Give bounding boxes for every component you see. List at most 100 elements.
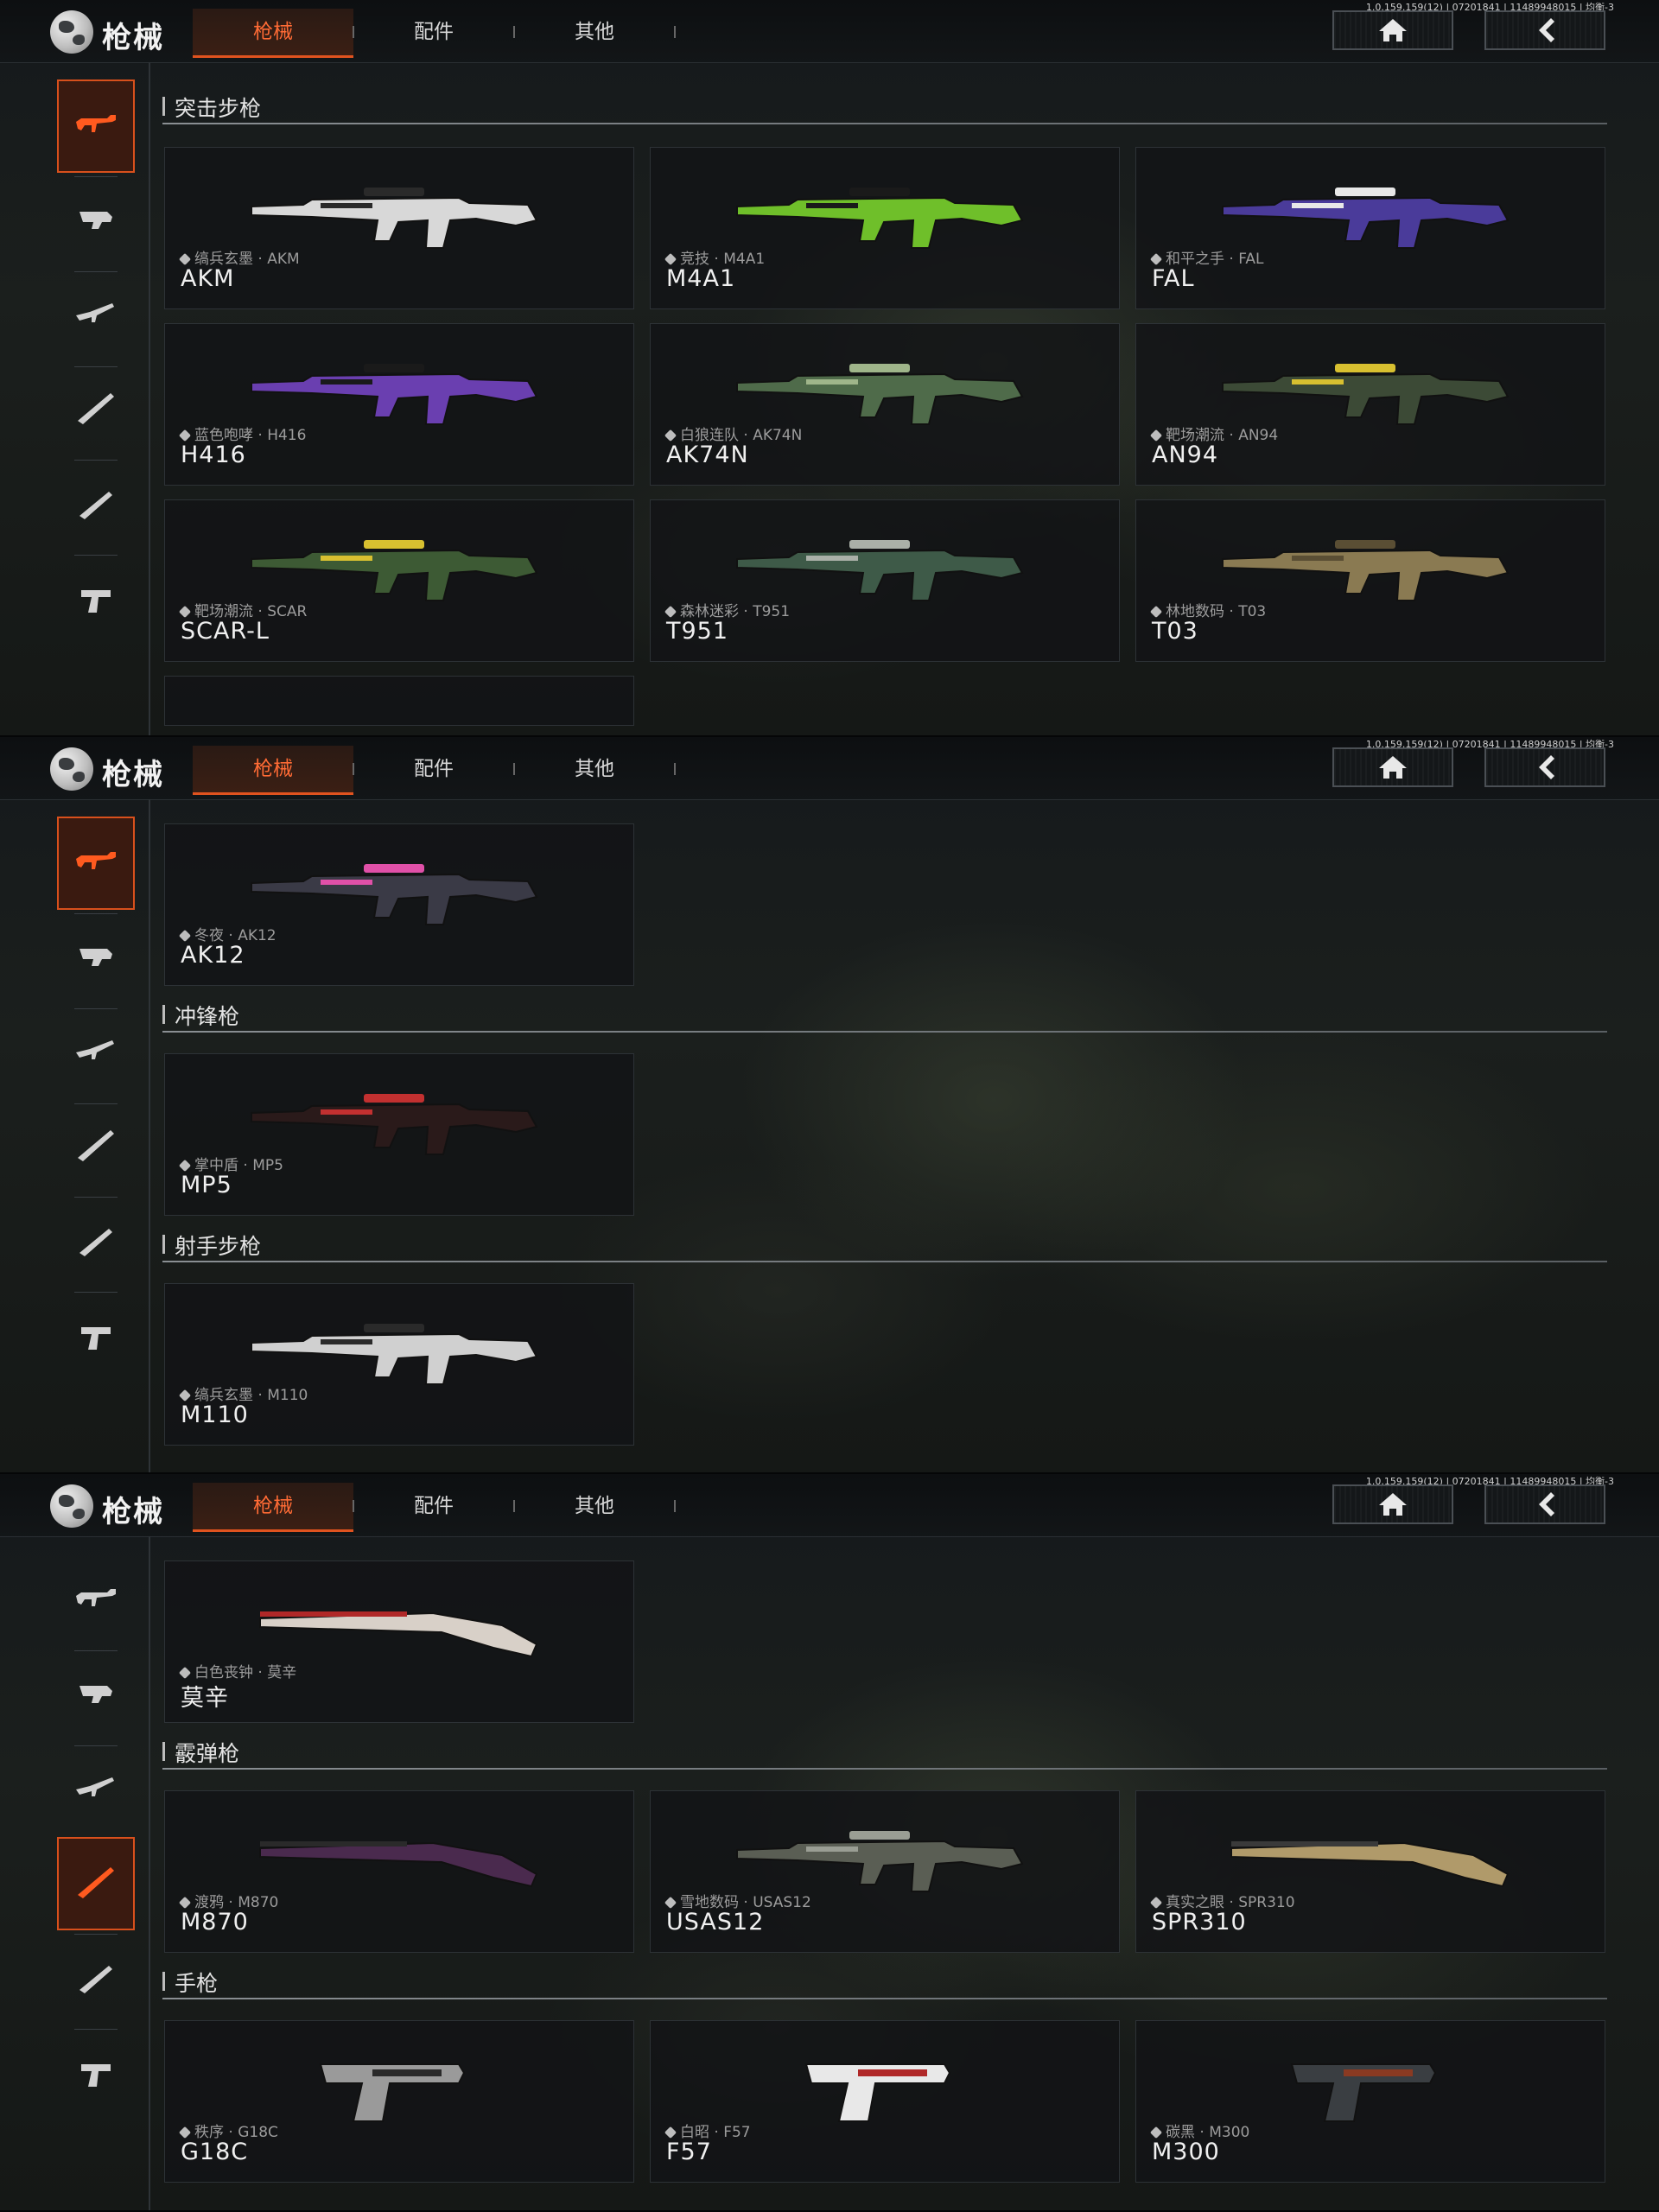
home-button[interactable] xyxy=(1332,1484,1453,1524)
sniper-rifle-icon xyxy=(78,1867,114,1898)
section-title: 射手步枪 xyxy=(175,1234,262,1259)
pistol-icon xyxy=(81,590,111,613)
section-title: 突击步枪 xyxy=(175,96,262,121)
weapon-card[interactable]: 碳黑 · M300 M300 xyxy=(1135,2020,1605,2183)
weapon-card[interactable]: 真实之眼 · SPR310 SPR310 xyxy=(1135,1790,1605,1953)
skin-tag-icon xyxy=(178,1159,192,1173)
weapon-card[interactable]: 白昭 · F57 F57 xyxy=(650,2020,1120,2183)
section-header: 霰弹枪 xyxy=(162,1735,1607,1770)
sidebar-item-pistol[interactable] xyxy=(57,555,135,648)
sidebar-item-assault-rifle[interactable] xyxy=(57,79,135,173)
skin-tag-icon xyxy=(664,2126,677,2139)
weapon-card[interactable]: 雪地数码 · USAS12 USAS12 xyxy=(650,1790,1120,1953)
sidebar-item-shotgun[interactable] xyxy=(57,1195,135,1288)
weapon-card-partial[interactable] xyxy=(164,676,634,726)
sidebar-item-smg[interactable] xyxy=(57,1649,135,1742)
section-divider xyxy=(162,1768,1607,1770)
top-bar: 枪械 枪械 配件 其他 1.0.159.159(12) | 07201841 |… xyxy=(0,0,1659,63)
weapon-card[interactable]: 冬夜 · AK12 AK12 xyxy=(164,823,634,986)
tab-other[interactable]: 其他 xyxy=(514,746,675,792)
sidebar-item-marksman-rifle[interactable] xyxy=(57,1007,135,1100)
back-arrow-icon xyxy=(1539,18,1554,42)
weapon-card[interactable]: 靶场潮流 · AN94 AN94 xyxy=(1135,323,1605,486)
smg-icon xyxy=(79,212,112,229)
sidebar-item-assault-rifle[interactable] xyxy=(57,817,135,910)
shotgun-icon xyxy=(79,492,112,519)
weapon-card[interactable]: 森林迷彩 · T951 T951 xyxy=(650,499,1120,662)
tab-other[interactable]: 其他 xyxy=(514,9,675,55)
weapon-name: AKM xyxy=(181,265,235,292)
tab-accessories[interactable]: 配件 xyxy=(353,1483,514,1529)
sidebar-item-shotgun[interactable] xyxy=(57,1932,135,2025)
sidebar-item-shotgun[interactable] xyxy=(57,458,135,551)
section-marker xyxy=(162,1742,165,1761)
sidebar-item-marksman-rifle[interactable] xyxy=(57,270,135,363)
sidebar-item-sniper-rifle[interactable] xyxy=(57,363,135,456)
weapon-card[interactable]: 秩序 · G18C G18C xyxy=(164,2020,634,2183)
tab-divider xyxy=(674,26,676,38)
skin-tag-icon xyxy=(664,605,677,619)
weapon-image xyxy=(251,540,538,601)
weapon-image xyxy=(251,364,538,425)
sidebar-item-sniper-rifle[interactable] xyxy=(57,1100,135,1193)
assault-rifle-icon xyxy=(76,1589,116,1606)
weapon-category-sidebar xyxy=(0,1536,150,2212)
back-button[interactable] xyxy=(1484,1484,1605,1524)
globe-logo-icon xyxy=(50,1484,93,1528)
weapon-name: AK12 xyxy=(181,942,245,969)
tab-guns[interactable]: 枪械 xyxy=(193,9,353,58)
weapon-card[interactable]: 林地数码 · T03 T03 xyxy=(1135,499,1605,662)
weapon-card[interactable]: 和平之手 · FAL FAL xyxy=(1135,147,1605,309)
weapon-name: G18C xyxy=(181,2139,249,2165)
home-button[interactable] xyxy=(1332,10,1453,50)
top-bar: 枪械 枪械 配件 其他 1.0.159.159(12) | 07201841 |… xyxy=(0,737,1659,800)
section-header: 突击步枪 xyxy=(162,90,1607,124)
weapon-card[interactable]: 白色丧钟 · 莫辛 莫辛 xyxy=(164,1560,634,1723)
sidebar-item-assault-rifle[interactable] xyxy=(57,1554,135,1647)
weapon-image xyxy=(1222,364,1510,425)
skin-tag-icon xyxy=(1149,1896,1163,1910)
pistol-icon xyxy=(81,1327,111,1350)
app-title: 枪械 xyxy=(102,1495,164,1529)
home-button[interactable] xyxy=(1332,747,1453,787)
sidebar-item-sniper-rifle[interactable] xyxy=(57,1837,135,1930)
weapon-name: AK74N xyxy=(666,442,749,468)
weapon-card[interactable]: 竞技 · M4A1 M4A1 xyxy=(650,147,1120,309)
skin-tag-icon xyxy=(178,605,192,619)
weapon-image xyxy=(804,2063,951,2122)
sidebar-item-marksman-rifle[interactable] xyxy=(57,1744,135,1837)
sidebar-item-pistol[interactable] xyxy=(57,1292,135,1385)
tab-divider xyxy=(674,1500,676,1512)
skin-tag-icon xyxy=(1149,429,1163,442)
weapon-card[interactable]: 缟兵玄墨 · AKM AKM xyxy=(164,147,634,309)
weapon-name: M110 xyxy=(181,1402,249,1428)
section-title: 冲锋枪 xyxy=(175,1004,240,1029)
tab-accessories[interactable]: 配件 xyxy=(353,9,514,55)
globe-logo-icon xyxy=(50,10,93,54)
tab-guns[interactable]: 枪械 xyxy=(193,746,353,795)
tab-accessories[interactable]: 配件 xyxy=(353,746,514,792)
skin-tag-icon xyxy=(178,1666,192,1680)
section-marker xyxy=(162,1235,165,1254)
weapon-card[interactable]: 掌中盾 · MP5 MP5 xyxy=(164,1053,634,1216)
back-arrow-icon xyxy=(1539,1492,1554,1516)
sidebar-item-smg[interactable] xyxy=(57,912,135,1005)
weapon-card[interactable]: 缟兵玄墨 · M110 M110 xyxy=(164,1283,634,1446)
tab-guns[interactable]: 枪械 xyxy=(193,1483,353,1532)
weapon-card[interactable]: 蓝色咆哮 · H416 H416 xyxy=(164,323,634,486)
sidebar-item-pistol[interactable] xyxy=(57,2029,135,2122)
tab-other[interactable]: 其他 xyxy=(514,1483,675,1529)
back-button[interactable] xyxy=(1484,747,1605,787)
weapon-image xyxy=(251,1324,538,1385)
screen-panel-3: 枪械 枪械 配件 其他 1.0.159.159(12) | 07201841 |… xyxy=(0,1474,1659,2212)
back-button[interactable] xyxy=(1484,10,1605,50)
weapon-card[interactable]: 白狼连队 · AK74N AK74N xyxy=(650,323,1120,486)
weapon-card[interactable]: 靶场潮流 · SCAR SCAR-L xyxy=(164,499,634,662)
weapon-image xyxy=(736,364,1024,425)
weapon-image xyxy=(1222,188,1510,249)
skin-tag-icon xyxy=(178,2126,192,2139)
sidebar-item-smg[interactable] xyxy=(57,175,135,268)
weapon-card[interactable]: 渡鸦 · M870 M870 xyxy=(164,1790,634,1953)
skin-tag-icon xyxy=(1149,2126,1163,2139)
weapon-image xyxy=(1222,540,1510,601)
